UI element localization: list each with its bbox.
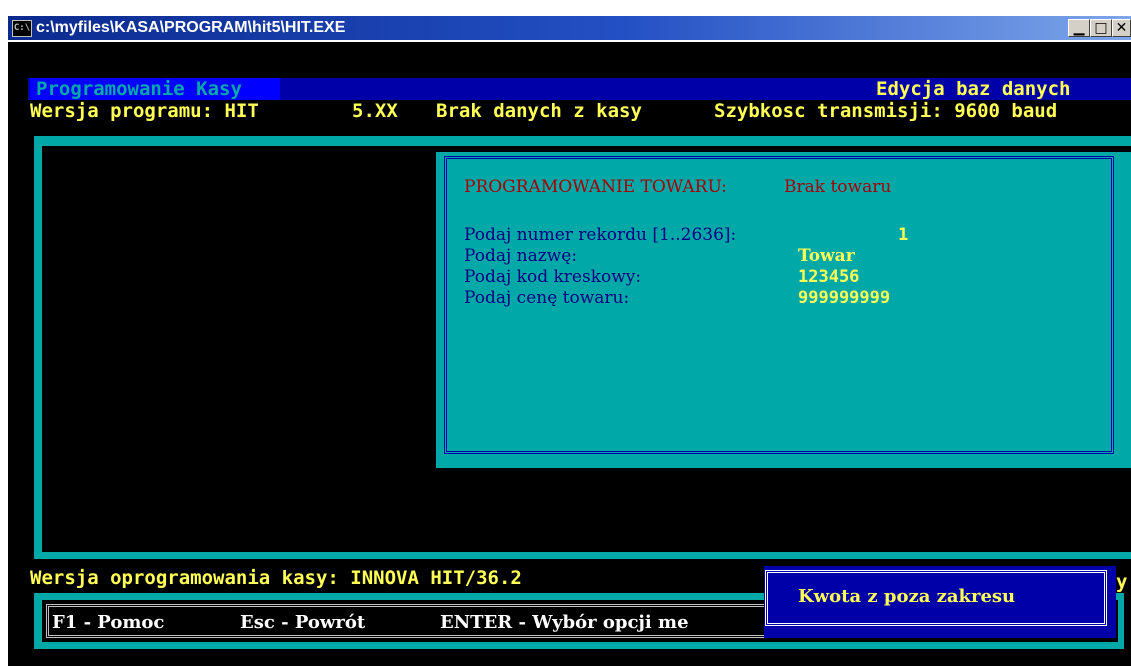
name-field[interactable]: Towar — [798, 245, 855, 267]
minimize-button[interactable]: ▁ — [1068, 19, 1090, 37]
price-field[interactable]: 999999999 — [798, 287, 890, 309]
enter-key-hint[interactable]: ENTER - Wybór opcji me — [440, 612, 689, 634]
data-status: Brak danych z kasy — [436, 100, 642, 122]
programowanie-kasy-title: Programowanie Kasy — [36, 78, 242, 100]
barcode-label: Podaj kod kreskowy: — [464, 267, 642, 287]
name-label: Podaj nazwę: — [464, 246, 578, 266]
help-key-hint[interactable]: F1 - Pomoc — [52, 612, 164, 634]
status-trailing-char: y — [1116, 571, 1128, 593]
price-label: Podaj cenę towaru: — [464, 288, 630, 308]
program-version-value: 5.XX — [352, 100, 398, 122]
close-icon: ✕ — [1115, 20, 1128, 36]
maximize-icon: □ — [1094, 20, 1108, 36]
dialog-title: PROGRAMOWANIE TOWARU: — [464, 177, 727, 197]
console-app-icon[interactable]: C:\ — [12, 20, 32, 37]
error-message: Kwota z poza zakresu — [798, 586, 1016, 607]
record-number-field[interactable]: 1 — [898, 224, 908, 246]
maximize-button[interactable]: □ — [1090, 19, 1112, 37]
back-key-hint[interactable]: Esc - Powrót — [240, 612, 365, 634]
record-number-label: Podaj numer rekordu [1..2636]: — [464, 225, 737, 245]
firmware-version: Wersja oprogramowania kasy: INNOVA HIT/3… — [30, 567, 522, 589]
edycja-baz-danych-title: Edycja baz danych — [876, 78, 1071, 100]
barcode-field[interactable]: 123456 — [798, 266, 859, 288]
window-title: c:\myfiles\KASA\PROGRAM\hit5\HIT.EXE — [36, 19, 346, 36]
program-version-label: Wersja programu: HIT — [30, 100, 259, 122]
console-screen[interactable]: Programowanie Kasy Edycja baz danych Wer… — [8, 42, 1131, 666]
transmission-speed: Szybkosc transmisji: 9600 baud — [714, 100, 1058, 122]
dialog-status: Brak towaru — [784, 177, 892, 197]
minimize-icon: ▁ — [1073, 20, 1085, 36]
close-button[interactable]: ✕ — [1112, 19, 1131, 37]
